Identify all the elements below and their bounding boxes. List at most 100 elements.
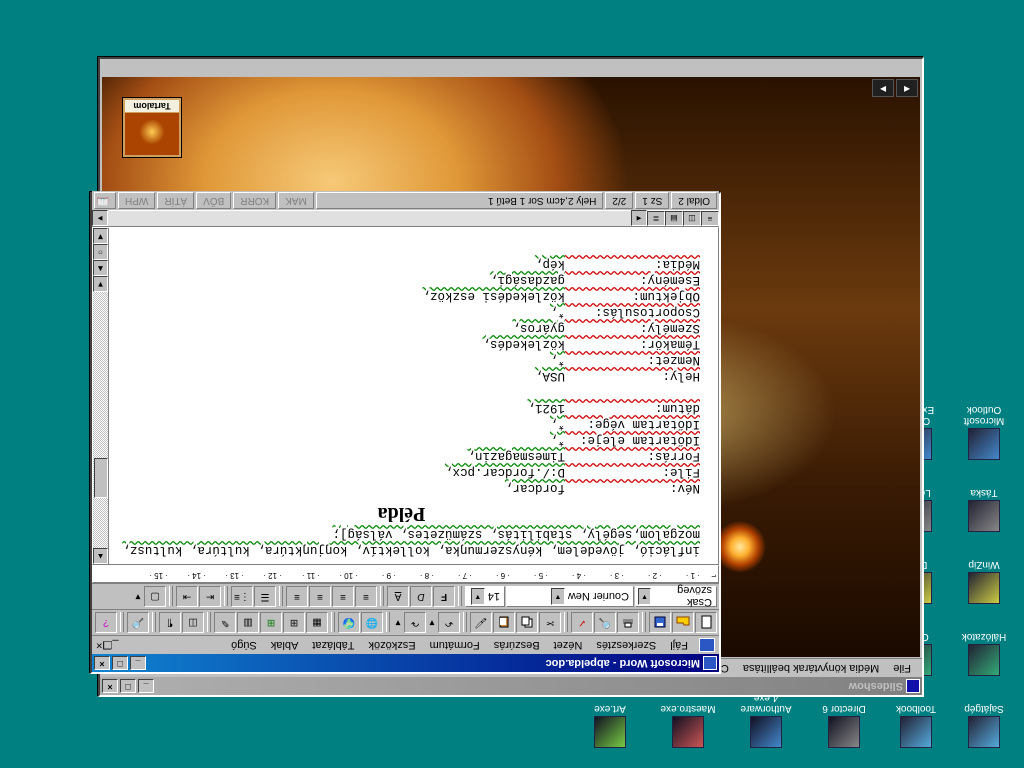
menu-window[interactable]: Ablak [264, 637, 306, 653]
scroll-thumb[interactable] [94, 458, 108, 498]
document-content[interactable]: infláció, jövedelem, kényszermuŋka, koll… [93, 250, 718, 564]
thumbnail-tartalom[interactable]: Tartalom [122, 97, 182, 158]
online-view-button[interactable]: ◫ [683, 211, 701, 226]
status-atir[interactable]: ÁTÍR [157, 192, 194, 209]
borders-dropdown[interactable]: ▾ [133, 586, 143, 607]
insert-table-button[interactable]: ⊞ [283, 612, 305, 633]
menu-file[interactable]: Fájl [663, 637, 695, 653]
status-book-icon[interactable]: 📖 [94, 192, 116, 209]
desktop-icon-microsoft-outlook[interactable]: Microsoft Outlook [954, 404, 1014, 460]
zoom-button[interactable]: 🔎 [127, 612, 149, 633]
undo-dropdown[interactable]: ▾ [427, 612, 437, 633]
print-preview-button[interactable]: 🔍 [594, 612, 616, 633]
redo-dropdown[interactable]: ▾ [393, 612, 403, 633]
excel-button[interactable]: ⊞ [260, 612, 282, 633]
undo-button[interactable]: ↶ [438, 612, 460, 633]
desktop-icon-toolbook[interactable]: Toolbook [886, 703, 946, 748]
cut-button[interactable]: ✂ [539, 612, 561, 633]
status-wph[interactable]: WPH [118, 192, 155, 209]
minimize-button[interactable]: _ [130, 656, 146, 670]
scroll-up-button[interactable]: ▲ [93, 548, 108, 564]
underline-button[interactable]: A [387, 586, 409, 607]
scroll-track[interactable] [93, 292, 108, 548]
close-button[interactable]: × [94, 656, 110, 670]
align-justify-button[interactable]: ≡ [286, 586, 308, 607]
align-left-button[interactable]: ≡ [355, 586, 377, 607]
new-doc-button[interactable] [695, 612, 717, 633]
style-combo[interactable]: Csak szöveg ▼ [635, 586, 717, 607]
save-button[interactable] [649, 612, 671, 633]
show-hide-button[interactable]: ¶ [159, 612, 181, 633]
copy-button[interactable] [516, 612, 538, 633]
desktop-icon-director-6[interactable]: Director 6 [814, 703, 874, 748]
menu-file[interactable]: File [886, 660, 918, 676]
menu-view[interactable]: Nézet [547, 637, 590, 653]
desktop-icon-authorware-4-exe[interactable]: Authorware 4.exe [736, 692, 796, 748]
desktop-icon-winzip[interactable]: WinZip [954, 559, 1014, 604]
scroll-right-button[interactable]: ► [92, 210, 108, 226]
borders-button[interactable]: ▢ [144, 586, 166, 607]
print-button[interactable] [617, 612, 639, 633]
scroll-down-button[interactable]: ▼ [93, 276, 108, 292]
help-button[interactable]: ? [95, 612, 117, 633]
desktop-icon-h-l-zatok[interactable]: Hálózatok [954, 631, 1014, 676]
prev-arrow-button[interactable]: ◄ [896, 79, 918, 97]
bullets-button[interactable]: ⋮≡ [231, 586, 253, 607]
menu-edit[interactable]: Szerkesztés [589, 637, 663, 653]
vertical-scrollbar[interactable]: ▲ ▼ ▴ ○ ▾ [93, 228, 109, 564]
tables-borders-button[interactable]: ▦ [306, 612, 328, 633]
desktop-icon-maestro-exe[interactable]: Maestro.exe [658, 703, 718, 748]
spellcheck-button[interactable]: ✓ [571, 612, 593, 633]
document-area[interactable]: infláció, jövedelem, kényszermuŋka, koll… [92, 227, 719, 565]
word-doc-icon[interactable] [699, 638, 715, 652]
prev-page-button[interactable]: ▴ [93, 260, 108, 276]
font-combo[interactable]: Courier New ▼ [506, 586, 634, 607]
numbering-button[interactable]: ☰ [254, 586, 276, 607]
outdent-button[interactable]: ⇤ [199, 586, 221, 607]
open-button[interactable] [672, 612, 694, 633]
slideshow-titlebar[interactable]: Slideshow _ □ × [100, 677, 922, 695]
next-page-button[interactable]: ▾ [93, 228, 108, 244]
doc-restore-button[interactable]: ❐ [102, 639, 112, 652]
word-titlebar[interactable]: Microsoft Word - abpelda.doc _ □ × [92, 654, 719, 672]
status-korr[interactable]: KORR [233, 192, 276, 209]
next-arrow-button[interactable]: ► [872, 79, 894, 97]
format-painter-button[interactable]: 🖌 [470, 612, 492, 633]
doc-minimize-button[interactable]: _ [112, 639, 118, 651]
menu-media-libs[interactable]: Média könyvtárak beállítása [736, 660, 886, 676]
maximize-button[interactable]: □ [120, 679, 136, 693]
align-center-button[interactable]: ≡ [332, 586, 354, 607]
doc-close-button[interactable]: × [96, 639, 102, 651]
status-bov[interactable]: BŐV [196, 192, 231, 209]
ruler[interactable]: ⌐· 1 ·· 2 ·· 3 ·· 4 ·· 5 ·· 6 ·· 7 ·· 8 … [92, 565, 719, 583]
menu-insert[interactable]: Beszúrás [487, 637, 547, 653]
minimize-button[interactable]: _ [138, 679, 154, 693]
browse-object-button[interactable]: ○ [93, 244, 108, 260]
redo-button[interactable]: ↷ [404, 612, 426, 633]
status-mak[interactable]: MAK [278, 192, 314, 209]
desktop-icon-t-ska[interactable]: Táska [954, 487, 1014, 532]
paste-button[interactable] [493, 612, 515, 633]
menu-tools[interactable]: Eszközök [362, 637, 423, 653]
maximize-button[interactable]: □ [112, 656, 128, 670]
desktop-icon-art-exe[interactable]: Art.exe [580, 703, 640, 748]
web-toolbar-button[interactable]: 🌍 [338, 612, 360, 633]
align-right-button[interactable]: ≡ [309, 586, 331, 607]
menu-help[interactable]: Súgó [224, 637, 264, 653]
bold-button[interactable]: F [433, 586, 455, 607]
page-view-button[interactable]: ▤ [665, 211, 683, 226]
desktop-icon-saj-tg-p[interactable]: Sajátgép [954, 703, 1014, 748]
columns-button[interactable]: ▥ [237, 612, 259, 633]
hscroll-track[interactable] [108, 211, 631, 226]
size-combo[interactable]: 14 ▼ [465, 586, 505, 607]
italic-button[interactable]: D [410, 586, 432, 607]
normal-view-button[interactable]: ≡ [701, 211, 719, 226]
doc-map-button[interactable]: ◫ [182, 612, 204, 633]
hyperlink-button[interactable]: 🌐 [361, 612, 383, 633]
outline-view-button[interactable]: ≣ [647, 211, 665, 226]
menu-format[interactable]: Formátum [423, 637, 487, 653]
close-button[interactable]: × [102, 679, 118, 693]
menu-table[interactable]: Táblázat [305, 637, 361, 653]
drawing-button[interactable]: ✎ [214, 612, 236, 633]
indent-button[interactable]: ⇥ [176, 586, 198, 607]
